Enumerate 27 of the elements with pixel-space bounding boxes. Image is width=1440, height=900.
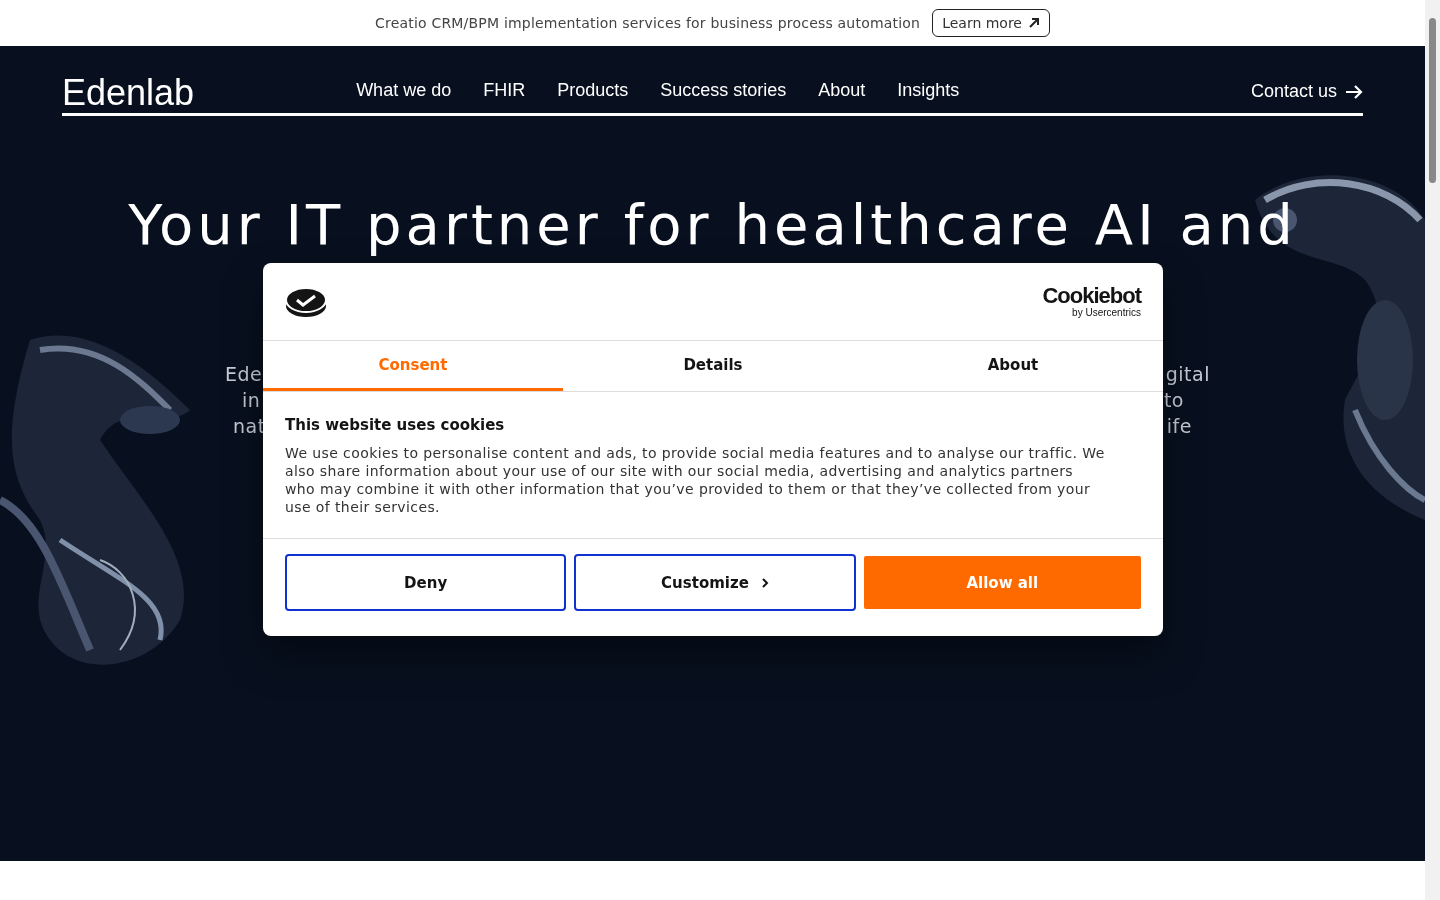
scrollbar[interactable] [1425, 0, 1440, 900]
hero-text: gital [1165, 362, 1210, 387]
hero-text: in [242, 388, 261, 413]
hero-text: nat [233, 414, 266, 439]
deny-button[interactable]: Deny [285, 554, 567, 611]
customize-button[interactable]: Customize [574, 554, 856, 611]
learn-more-button[interactable]: Learn more [932, 9, 1050, 37]
nav-link[interactable]: Success stories [660, 80, 787, 101]
arrow-icon [1028, 17, 1040, 29]
nav-link[interactable]: Products [557, 80, 629, 101]
brand-subtitle: by Usercentrics [1072, 307, 1141, 318]
arrow-icon [1345, 83, 1363, 100]
nav-link[interactable]: Insights [897, 80, 960, 101]
dialog-body: We use cookies to personalise content and ads, to provide social media features and to analyse our traffic. We also share information about your use of our site with our social media, advertising and analytics partners who may combine it with other information that you’ve provided to them or that they’ve collected from your use of their services. [285, 444, 1105, 516]
hero-text: to [1163, 388, 1184, 413]
hero-text: ife [1166, 414, 1192, 439]
nav-link[interactable]: About [818, 80, 866, 101]
nav-link[interactable]: FHIR [483, 80, 526, 101]
hero-text: Ede [225, 362, 263, 387]
hero-title: Your IT partner for healthcare AI and [127, 194, 1298, 256]
dialog-heading: This website uses cookies [285, 416, 506, 434]
brand-name: Cookiebot [1042, 285, 1141, 307]
chevron-icon [760, 576, 769, 589]
nav-link[interactable]: What we do [356, 80, 452, 101]
contact-link[interactable]: Contact us [1250, 81, 1363, 113]
banner-text: Creatio CRM/BPM implementation services for business process automation [375, 15, 921, 31]
logo[interactable]: Edenlab [62, 75, 195, 113]
